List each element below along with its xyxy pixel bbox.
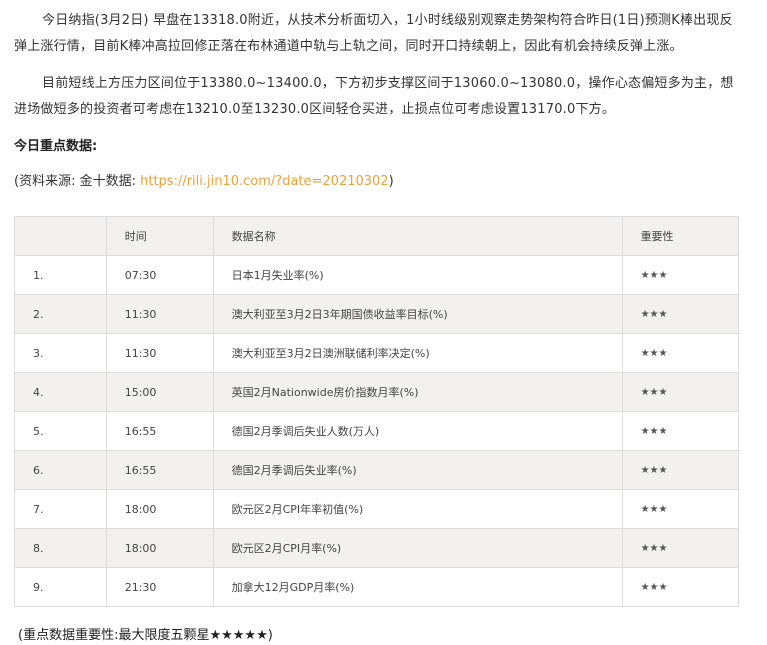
row-data-name: 德国2月季调后失业人数(万人) — [212, 411, 623, 451]
row-data-name: 德国2月季调后失业率(%) — [212, 450, 623, 490]
row-importance-stars: ★★★ — [621, 294, 740, 334]
row-importance-stars: ★★★ — [621, 333, 740, 373]
row-number: 2. — [14, 294, 107, 334]
table-row: 8. 18:00 欧元区2月CPI月率(%) ★★★ — [14, 528, 740, 568]
source-prefix: (资料来源: 金十数据: — [14, 174, 141, 189]
table-row: 4. 15:00 英国2月Nationwide房价指数月率(%) ★★★ — [14, 372, 740, 412]
row-data-name: 欧元区2月CPI年率初值(%) — [212, 489, 623, 529]
row-importance-stars: ★★★ — [621, 372, 740, 412]
row-number: 4. — [14, 372, 107, 412]
table-row: 5. 16:55 德国2月季调后失业人数(万人) ★★★ — [14, 411, 740, 451]
row-number: 1. — [14, 255, 107, 295]
table-row: 7. 18:00 欧元区2月CPI年率初值(%) ★★★ — [14, 489, 740, 529]
row-importance-stars: ★★★ — [621, 567, 740, 607]
row-importance-stars: ★★★ — [621, 489, 740, 529]
row-importance-stars: ★★★ — [621, 450, 740, 490]
table-row: 2. 11:30 澳大利亚至3月2日3年期国债收益率目标(%) ★★★ — [14, 294, 740, 334]
row-data-name: 英国2月Nationwide房价指数月率(%) — [212, 372, 623, 412]
table-row: 1. 07:30 日本1月失业率(%) ★★★ — [14, 255, 740, 295]
row-time: 16:55 — [105, 450, 214, 490]
table-row: 6. 16:55 德国2月季调后失业率(%) ★★★ — [14, 450, 740, 490]
article-body: 今日纳指(3月2日) 早盘在13318.0附近，从技术分析面切入，1小时线级别观… — [14, 0, 739, 191]
data-source: (资料来源: 金十数据: https://rili.jin10.com/?dat… — [14, 173, 739, 191]
row-importance-stars: ★★★ — [621, 255, 740, 295]
row-number: 6. — [14, 450, 107, 490]
row-time: 18:00 — [105, 489, 214, 529]
row-time: 15:00 — [105, 372, 214, 412]
row-data-name: 加拿大12月GDP月率(%) — [212, 567, 623, 607]
row-time: 11:30 — [105, 333, 214, 373]
source-link[interactable]: https://rili.jin10.com/?date=20210302 — [140, 174, 388, 189]
header-index — [14, 216, 107, 256]
table-header-row: 时间 数据名称 重要性 — [14, 216, 740, 256]
row-data-name: 澳大利亚至3月2日3年期国债收益率目标(%) — [212, 294, 623, 334]
row-number: 9. — [14, 567, 107, 607]
row-time: 11:30 — [105, 294, 214, 334]
source-suffix: ) — [388, 174, 394, 189]
row-number: 5. — [14, 411, 107, 451]
section-title: 今日重点数据: — [14, 139, 98, 154]
row-number: 3. — [14, 333, 107, 373]
header-importance: 重要性 — [621, 216, 740, 256]
analysis-paragraph-2: 目前短线上方压力区间位于13380.0~13400.0，下方初步支撑区间于130… — [14, 76, 734, 117]
row-number: 8. — [14, 528, 107, 568]
analysis-paragraph-1: 今日纳指(3月2日) 早盘在13318.0附近，从技术分析面切入，1小时线级别观… — [14, 13, 733, 54]
row-number: 7. — [14, 489, 107, 529]
row-time: 18:00 — [105, 528, 214, 568]
economic-calendar-table: 时间 数据名称 重要性 1. 07:30 日本1月失业率(%) ★★★ 2. 1… — [14, 216, 740, 607]
row-importance-stars: ★★★ — [621, 528, 740, 568]
table-row: 9. 21:30 加拿大12月GDP月率(%) ★★★ — [14, 567, 740, 607]
row-time: 21:30 — [105, 567, 214, 607]
header-time: 时间 — [105, 216, 214, 256]
row-data-name: 欧元区2月CPI月率(%) — [212, 528, 623, 568]
importance-note: (重点数据重要性:最大限度五颗星★★★★★) — [18, 628, 273, 643]
row-data-name: 澳大利亚至3月2日澳洲联储利率决定(%) — [212, 333, 623, 373]
table-row: 3. 11:30 澳大利亚至3月2日澳洲联储利率决定(%) ★★★ — [14, 333, 740, 373]
row-time: 16:55 — [105, 411, 214, 451]
header-data-name: 数据名称 — [212, 216, 623, 256]
row-time: 07:30 — [105, 255, 214, 295]
row-importance-stars: ★★★ — [621, 411, 740, 451]
row-data-name: 日本1月失业率(%) — [212, 255, 623, 295]
